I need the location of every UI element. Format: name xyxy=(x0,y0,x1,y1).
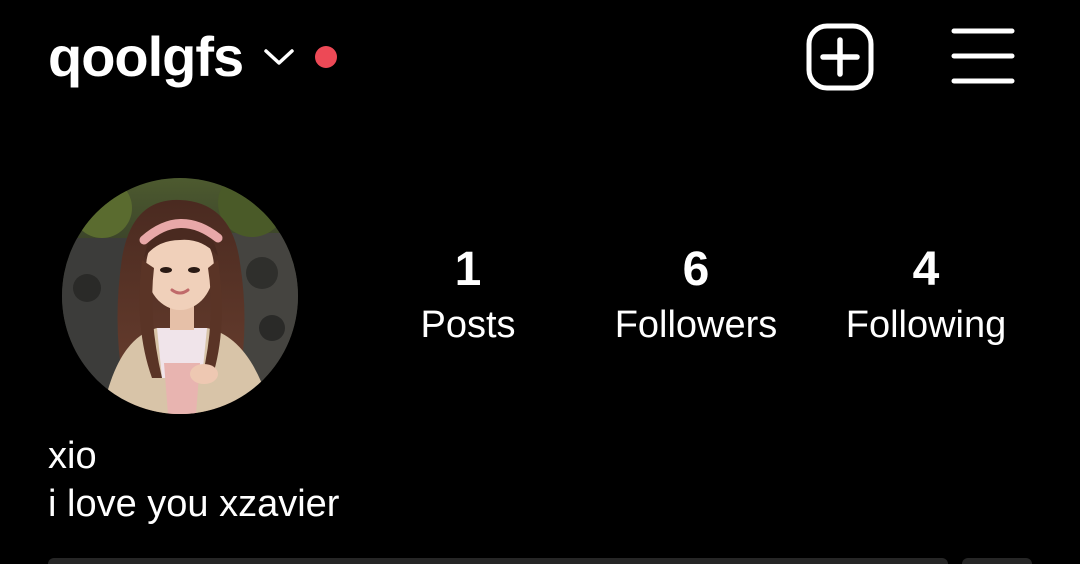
notification-dot xyxy=(315,46,338,68)
plus-square-icon xyxy=(806,23,874,91)
profile-avatar[interactable] xyxy=(62,178,298,414)
posts-label: Posts xyxy=(420,304,516,346)
following-count: 4 xyxy=(912,243,940,296)
following-stat[interactable]: 4 Following xyxy=(826,240,1026,350)
posts-count: 1 xyxy=(454,243,482,296)
posts-stat[interactable]: 1 Posts xyxy=(400,240,536,350)
account-switcher[interactable]: qoolgfs xyxy=(48,22,338,92)
profile-bio: xio i love you xzavier xyxy=(48,432,948,528)
chevron-down-icon xyxy=(263,47,295,67)
top-bar: qoolgfs xyxy=(0,0,1080,110)
followers-count: 6 xyxy=(682,243,710,296)
new-post-button[interactable] xyxy=(806,23,874,91)
edit-profile-button[interactable] xyxy=(48,558,948,564)
menu-button[interactable] xyxy=(950,25,1016,87)
hamburger-menu-icon xyxy=(951,28,1015,84)
username: qoolgfs xyxy=(48,25,244,88)
discover-people-button[interactable] xyxy=(962,558,1032,564)
bio-text: i love you xzavier xyxy=(48,483,340,525)
profile-photo xyxy=(62,178,298,414)
display-name: xio xyxy=(48,435,97,477)
followers-label: Followers xyxy=(614,304,778,346)
followers-stat[interactable]: 6 Followers xyxy=(596,240,796,350)
following-label: Following xyxy=(845,304,1007,346)
